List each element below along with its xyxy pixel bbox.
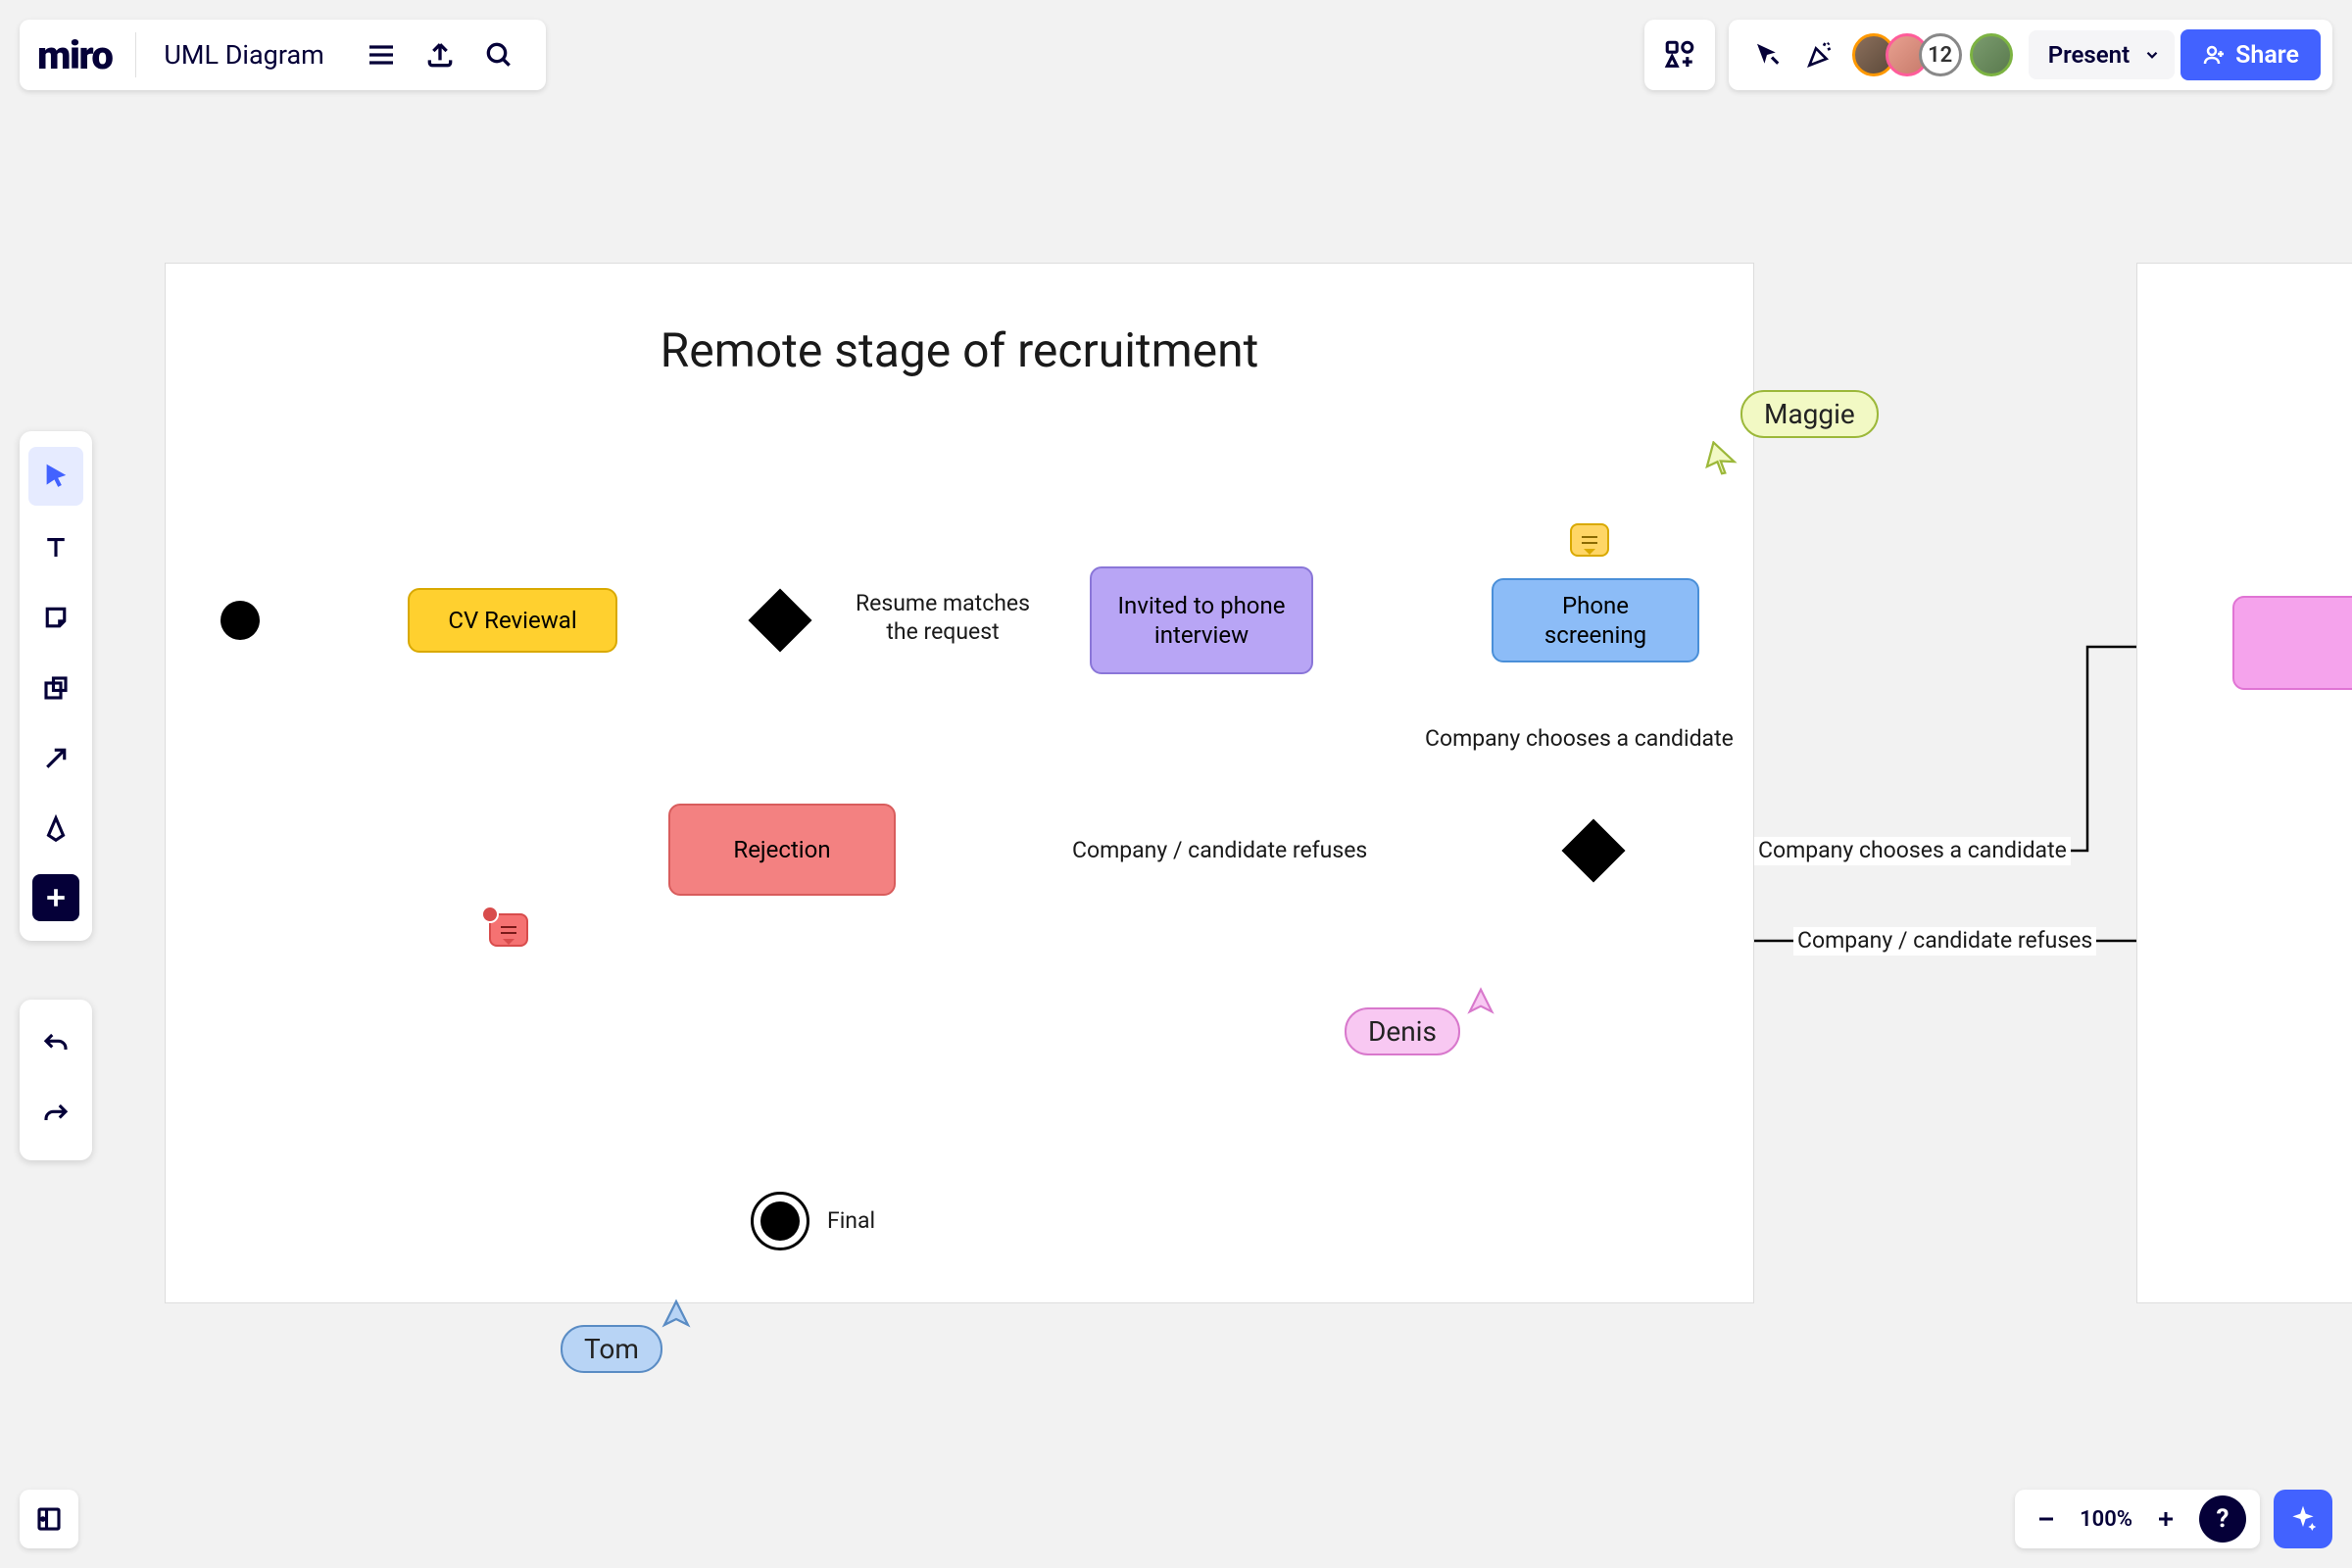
redo-button[interactable]	[28, 1086, 83, 1145]
top-left-group: miro UML Diagram	[20, 20, 546, 90]
miro-logo[interactable]: miro	[37, 32, 135, 78]
help-button[interactable]: ?	[2199, 1495, 2246, 1543]
menu-button[interactable]	[358, 31, 405, 78]
avatar-overflow-count[interactable]: 12	[1919, 33, 1962, 76]
frames-panel-button[interactable]	[20, 1490, 78, 1548]
zoom-in-button[interactable]	[2142, 1495, 2189, 1543]
left-toolbar	[20, 431, 92, 941]
sticky-note-icon	[41, 603, 71, 632]
tool-add-more[interactable]	[32, 874, 79, 921]
edge-label-resume-matches: Resume matches the request	[845, 590, 1041, 647]
hamburger-icon	[366, 39, 397, 71]
plus-icon	[2154, 1507, 2178, 1531]
frame-main[interactable]: Remote stage of recruitment	[165, 263, 1754, 1303]
plus-icon	[41, 883, 71, 912]
person-plus-icon	[2202, 43, 2226, 67]
text-icon	[41, 532, 71, 562]
apps-button[interactable]	[1644, 20, 1715, 90]
search-icon	[483, 39, 514, 71]
cursor-maggie-icon	[1705, 441, 1740, 476]
redo-icon	[41, 1101, 71, 1130]
apps-icon	[1663, 38, 1696, 72]
node-next-stage[interactable]	[2232, 596, 2352, 690]
top-bar: miro UML Diagram	[20, 20, 2332, 90]
tool-shapes[interactable]	[28, 659, 83, 717]
avatar-user-self[interactable]	[1970, 33, 2013, 76]
edge-label-company-chooses-2: Company chooses a candidate	[1754, 837, 2071, 865]
divider	[135, 32, 136, 77]
edge-label-company-refuses-1: Company / candidate refuses	[1068, 837, 1371, 865]
cursor-tag-maggie: Maggie	[1740, 390, 1879, 438]
shapes-icon	[41, 673, 71, 703]
zoom-out-button[interactable]	[2023, 1495, 2070, 1543]
node-cv-reviewal[interactable]: CV Reviewal	[408, 588, 617, 653]
zoom-level[interactable]: 100%	[2070, 1507, 2142, 1532]
arrow-icon	[41, 744, 71, 773]
node-invited-phone[interactable]: Invited to phone interview	[1090, 566, 1313, 674]
cursor-tom-icon	[659, 1296, 694, 1331]
undo-button[interactable]	[28, 1015, 83, 1074]
comment-indicator-unread[interactable]	[489, 913, 528, 947]
pointer-icon	[41, 462, 71, 491]
minus-icon	[2034, 1507, 2058, 1531]
export-button[interactable]	[416, 31, 464, 78]
node-label: Invited to phone interview	[1107, 591, 1296, 650]
cursor-arrow-icon	[1752, 40, 1782, 70]
canvas[interactable]: Remote stage of recruitment CV Reviewal …	[0, 0, 2352, 1568]
upload-icon	[424, 39, 456, 71]
share-button[interactable]: Share	[2180, 29, 2321, 80]
bottom-right-group: 100% ?	[2015, 1490, 2332, 1548]
edge-label-company-chooses-1: Company chooses a candidate	[1421, 725, 1738, 754]
node-rejection[interactable]: Rejection	[668, 804, 896, 896]
comment-indicator-phone-screening[interactable]	[1570, 523, 1609, 557]
node-label: Rejection	[733, 835, 830, 864]
node-phone-screening[interactable]: Phone screening	[1492, 578, 1699, 662]
top-right-group: 12 Present Share	[1644, 20, 2332, 90]
present-button[interactable]: Present	[2029, 30, 2175, 79]
zoom-controls: 100% ?	[2015, 1490, 2260, 1548]
cursor-denis-icon	[1464, 984, 1497, 1017]
board-title[interactable]: UML Diagram	[140, 39, 351, 71]
party-icon	[1804, 39, 1836, 71]
cursor-mode-button[interactable]	[1742, 30, 1791, 79]
undo-icon	[41, 1030, 71, 1059]
frame-secondary[interactable]	[2136, 263, 2352, 1303]
chevron-down-icon	[2143, 46, 2161, 64]
history-toolbar	[20, 1000, 92, 1160]
frame-title[interactable]: Remote stage of recruitment	[166, 322, 1753, 378]
cursor-tag-denis: Denis	[1345, 1007, 1460, 1055]
collaborator-avatars[interactable]: 12	[1852, 33, 2013, 76]
present-label: Present	[2048, 41, 2130, 69]
tool-sticky-note[interactable]	[28, 588, 83, 647]
tool-arrow[interactable]	[28, 729, 83, 788]
node-label: Phone screening	[1509, 591, 1682, 650]
panel-icon	[34, 1504, 64, 1534]
collab-group: 12 Present Share	[1729, 20, 2332, 90]
edge-label-company-refuses-2: Company / candidate refuses	[1793, 927, 2096, 956]
reactions-button[interactable]	[1795, 30, 1844, 79]
tool-text[interactable]	[28, 517, 83, 576]
end-label: Final	[823, 1207, 879, 1236]
search-button[interactable]	[475, 31, 522, 78]
node-label: CV Reviewal	[448, 606, 576, 635]
end-node[interactable]	[751, 1192, 809, 1250]
start-node[interactable]	[220, 601, 260, 640]
ai-assist-button[interactable]	[2274, 1490, 2332, 1548]
tool-select[interactable]	[28, 447, 83, 506]
pen-icon	[41, 814, 71, 844]
cursor-tag-tom: Tom	[561, 1325, 662, 1373]
tool-pen[interactable]	[28, 800, 83, 858]
share-label: Share	[2235, 41, 2299, 70]
sparkle-icon	[2287, 1503, 2319, 1535]
